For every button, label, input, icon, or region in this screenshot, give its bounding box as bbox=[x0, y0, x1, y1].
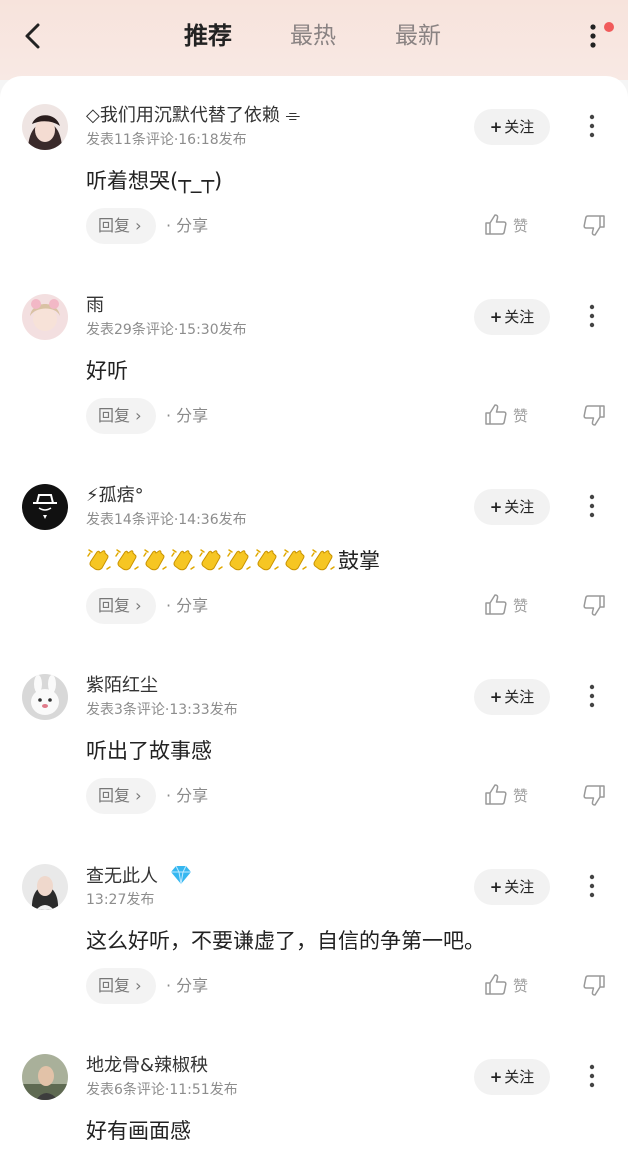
user-avatar[interactable] bbox=[22, 864, 68, 910]
comment-item: 雨 发表29条评论·15:30发布 + 关注 好听 回复 › · 分享 赞 bbox=[0, 266, 628, 456]
comment-text: 鼓掌 bbox=[86, 546, 380, 576]
tab-hottest[interactable]: 最热 bbox=[290, 16, 336, 56]
comment-text: 听着想哭(┬_┬) bbox=[86, 169, 223, 193]
like-label[interactable]: 赞 bbox=[513, 781, 528, 811]
clapping-hands-emoji-row bbox=[86, 549, 338, 573]
comment-meta: 13:27发布 bbox=[86, 892, 155, 908]
clapping-hands-emoji bbox=[87, 549, 111, 571]
thumbs-down-icon[interactable] bbox=[582, 593, 606, 617]
comment-text: 听出了故事感 bbox=[86, 739, 212, 763]
comment-text: 好听 bbox=[86, 359, 128, 383]
tab-recommended[interactable]: 推荐 bbox=[184, 16, 232, 56]
more-options-icon[interactable] bbox=[582, 682, 602, 710]
thumbs-up-icon[interactable] bbox=[484, 403, 508, 427]
clapping-hands-emoji bbox=[255, 549, 279, 571]
clapping-hands-emoji bbox=[283, 549, 307, 571]
comment-list: ◇我们用沉默代替了依赖 ⌯ 发表11条评论·16:18发布 + 关注 听着想哭(┬… bbox=[0, 76, 628, 1160]
user-avatar[interactable] bbox=[22, 1054, 68, 1100]
follow-button[interactable]: + 关注 bbox=[474, 679, 550, 715]
user-avatar[interactable] bbox=[22, 674, 68, 720]
clapping-hands-emoji bbox=[171, 549, 195, 571]
notification-dot bbox=[604, 22, 614, 32]
reply-button[interactable]: 回复 › bbox=[86, 778, 156, 814]
like-label[interactable]: 赞 bbox=[513, 401, 528, 431]
comment-text: 好有画面感 bbox=[86, 1119, 191, 1143]
share-button[interactable]: · 分享 bbox=[166, 588, 208, 624]
reply-button[interactable]: 回复 › bbox=[86, 208, 156, 244]
like-label[interactable]: 赞 bbox=[513, 971, 528, 1001]
follow-button[interactable]: + 关注 bbox=[474, 299, 550, 335]
follow-button[interactable]: + 关注 bbox=[474, 109, 550, 145]
user-avatar[interactable] bbox=[22, 104, 68, 150]
thumbs-down-icon[interactable] bbox=[582, 783, 606, 807]
thumbs-down-icon[interactable] bbox=[582, 403, 606, 427]
username[interactable]: ◇我们用沉默代替了依赖 ⌯ bbox=[86, 104, 300, 128]
comment-meta: 发表6条评论·11:51发布 bbox=[86, 1082, 238, 1098]
like-label[interactable]: 赞 bbox=[513, 591, 528, 621]
comment-meta: 发表14条评论·14:36发布 bbox=[86, 512, 247, 528]
thumbs-up-icon[interactable] bbox=[484, 213, 508, 237]
comment-item: 查无此人 13:27发布 + 关注 这么好听，不要谦虚了，自信的争第一吧。 回复 … bbox=[0, 836, 628, 1026]
more-options-icon[interactable] bbox=[582, 112, 602, 140]
user-avatar[interactable] bbox=[22, 484, 68, 530]
follow-button[interactable]: + 关注 bbox=[474, 869, 550, 905]
follow-button[interactable]: + 关注 bbox=[474, 489, 550, 525]
share-button[interactable]: · 分享 bbox=[166, 398, 208, 434]
tab-newest[interactable]: 最新 bbox=[395, 16, 441, 56]
username[interactable]: 地龙骨&辣椒秧 bbox=[86, 1054, 208, 1078]
comment-meta: 发表11条评论·16:18发布 bbox=[86, 132, 247, 148]
username[interactable]: 查无此人 bbox=[86, 864, 194, 888]
like-label[interactable]: 赞 bbox=[513, 211, 528, 241]
reply-button[interactable]: 回复 › bbox=[86, 398, 156, 434]
thumbs-down-icon[interactable] bbox=[582, 973, 606, 997]
top-bar: 推荐 最热 最新 bbox=[0, 0, 628, 80]
more-options-icon[interactable] bbox=[582, 492, 602, 520]
share-button[interactable]: · 分享 bbox=[166, 968, 208, 1004]
comment-item: 地龙骨&辣椒秧 发表6条评论·11:51发布 + 关注 好有画面感 bbox=[0, 1026, 628, 1160]
comment-meta: 发表3条评论·13:33发布 bbox=[86, 702, 238, 718]
clapping-hands-emoji bbox=[311, 549, 335, 571]
share-button[interactable]: · 分享 bbox=[166, 208, 208, 244]
comment-item: ⚡孤痞° 发表14条评论·14:36发布 + 关注 鼓掌 回复 › · 分享 赞 bbox=[0, 456, 628, 646]
more-options-icon[interactable] bbox=[582, 1062, 602, 1090]
share-button[interactable]: · 分享 bbox=[166, 778, 208, 814]
comment-item: ◇我们用沉默代替了依赖 ⌯ 发表11条评论·16:18发布 + 关注 听着想哭(┬… bbox=[0, 76, 628, 266]
thumbs-down-icon[interactable] bbox=[582, 213, 606, 237]
comment-text: 这么好听，不要谦虚了，自信的争第一吧。 bbox=[86, 929, 485, 953]
username[interactable]: 雨 bbox=[86, 294, 104, 318]
username[interactable]: 紫陌红尘 bbox=[86, 674, 158, 698]
thumbs-up-icon[interactable] bbox=[484, 973, 508, 997]
thumbs-up-icon[interactable] bbox=[484, 783, 508, 807]
user-avatar[interactable] bbox=[22, 294, 68, 340]
comment-item: 紫陌红尘 发表3条评论·13:33发布 + 关注 听出了故事感 回复 › · 分享… bbox=[0, 646, 628, 836]
clapping-hands-emoji bbox=[143, 549, 167, 571]
username[interactable]: ⚡孤痞° bbox=[86, 484, 144, 508]
comment-meta: 发表29条评论·15:30发布 bbox=[86, 322, 247, 338]
clapping-hands-emoji bbox=[115, 549, 139, 571]
reply-button[interactable]: 回复 › bbox=[86, 968, 156, 1004]
reply-button[interactable]: 回复 › bbox=[86, 588, 156, 624]
follow-button[interactable]: + 关注 bbox=[474, 1059, 550, 1095]
diamond-badge-icon bbox=[170, 865, 191, 885]
thumbs-up-icon[interactable] bbox=[484, 593, 508, 617]
more-options-icon[interactable] bbox=[582, 302, 602, 330]
clapping-hands-emoji bbox=[227, 549, 251, 571]
tab-bar: 推荐 最热 最新 bbox=[0, 0, 628, 72]
clapping-hands-emoji bbox=[199, 549, 223, 571]
more-options-icon[interactable] bbox=[582, 872, 602, 900]
